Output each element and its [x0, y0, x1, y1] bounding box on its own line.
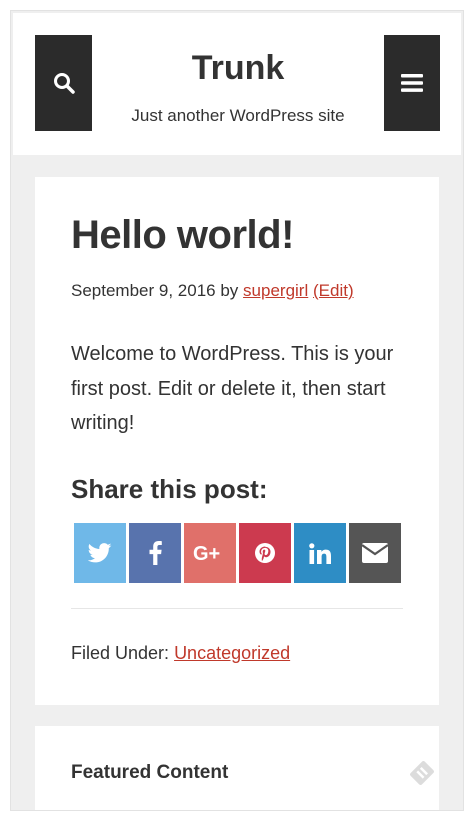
twitter-icon — [88, 543, 112, 563]
widget-title: Featured Content — [71, 762, 229, 783]
post-footer-divider — [71, 608, 403, 609]
share-twitter-button[interactable] — [74, 523, 126, 583]
post-content: Welcome to WordPress. This is your first… — [71, 343, 394, 434]
category-link[interactable]: Uncategorized — [174, 643, 290, 663]
post-article: Hello world! September 9, 2016 by superg… — [35, 177, 439, 705]
author-link[interactable]: supergirl — [243, 281, 308, 300]
site-title[interactable]: Trunk — [93, 49, 383, 88]
site-description: Just another WordPress site — [131, 106, 345, 125]
post-title[interactable]: Hello world! — [71, 213, 294, 258]
facebook-icon — [149, 541, 162, 565]
featured-tag-icon — [407, 758, 437, 788]
share-heading: Share this post: — [71, 474, 268, 504]
share-pinterest-button[interactable] — [239, 523, 291, 583]
pinterest-icon — [255, 543, 275, 563]
post-date: September 9, 2016 — [71, 281, 216, 300]
search-icon — [53, 73, 75, 94]
hamburger-menu-icon — [401, 74, 423, 92]
edit-link[interactable]: (Edit) — [313, 281, 354, 300]
share-buttons: G+ — [74, 523, 401, 583]
envelope-icon — [362, 543, 388, 563]
menu-button[interactable] — [384, 35, 440, 131]
filed-under-label: Filed Under: — [71, 643, 170, 663]
google-plus-icon: G+ — [193, 543, 220, 563]
featured-content-widget: Featured Content — [35, 726, 439, 810]
linkedin-icon — [309, 542, 331, 564]
site-header: Trunk Just another WordPress site — [13, 13, 461, 155]
svg-text:G+: G+ — [193, 543, 220, 563]
search-button[interactable] — [35, 35, 92, 131]
share-google-plus-button[interactable]: G+ — [184, 523, 236, 583]
post-categories: Filed Under: Uncategorized — [71, 643, 290, 664]
share-email-button[interactable] — [349, 523, 401, 583]
share-linkedin-button[interactable] — [294, 523, 346, 583]
post-meta: September 9, 2016 by supergirl (Edit) — [71, 281, 354, 301]
share-facebook-button[interactable] — [129, 523, 181, 583]
post-by-label: by — [220, 281, 239, 300]
